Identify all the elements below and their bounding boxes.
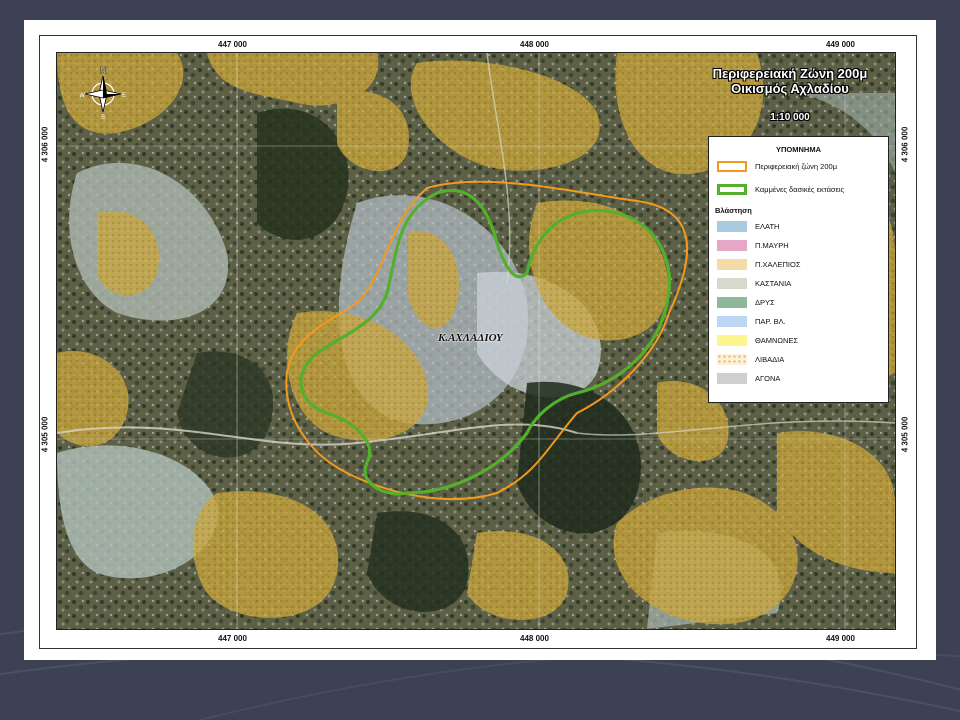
legend-veg-row: Π.ΜΑΥΡΗ [717, 240, 789, 251]
north-letter-w: W [80, 93, 85, 99]
legend-vegetation-heading: Βλάστηση [715, 206, 752, 215]
legend-veg-swatch [717, 335, 747, 346]
legend-veg-label: ΠΑΡ. ΒΛ. [755, 317, 786, 326]
map-title-line2: Οικισμός Αχλαδίου [731, 81, 849, 96]
x-tick-bottom-448000: 448 000 [520, 634, 549, 643]
map-legend: ΥΠΟΜΝΗΜΑ Περιφερειακή ζώνη 200μ Καμμένες… [708, 136, 889, 403]
legend-veg-label: ΚΑΣΤΑΝΙΑ [755, 279, 792, 288]
legend-veg-row: ΔΡΥΣ [717, 297, 775, 308]
north-letter-e: E [122, 93, 126, 99]
legend-veg-row: ΚΑΣΤΑΝΙΑ [717, 278, 791, 289]
village-label: Κ.ΑΧΛΑΔΙΟΥ [438, 332, 503, 344]
legend-veg-label: ΛΙΒΑΔΙΑ [755, 355, 785, 364]
legend-veg-row: Π.ΧΑΛΕΠΙΟΣ [717, 259, 801, 270]
x-tick-bottom-447000: 447 000 [218, 634, 247, 643]
legend-zone-swatch [717, 161, 747, 172]
legend-veg-swatch [717, 278, 747, 289]
legend-burned-swatch [717, 184, 747, 195]
x-tick-top-448000: 448 000 [520, 40, 549, 49]
map-title-line1: Περιφερειακή Ζώνη 200μ [712, 66, 868, 81]
legend-veg-swatch [717, 221, 747, 232]
legend-veg-label: ΘΑΜΝΩΝΕΣ [755, 336, 799, 345]
legend-veg-swatch [717, 373, 747, 384]
north-letter-n: N [100, 66, 106, 75]
legend-zone-label: Περιφερειακή ζώνη 200μ [755, 162, 838, 171]
legend-zone-row: Περιφερειακή ζώνη 200μ [717, 161, 837, 172]
map-scale: 1:10 000 [770, 112, 810, 123]
north-arrow-icon: N W E S [80, 66, 126, 120]
map-title-block: Περιφερειακή Ζώνη 200μ Οικισμός Αχλαδίου… [690, 66, 890, 123]
legend-veg-row: ΕΛΑΤΗ [717, 221, 779, 232]
legend-veg-row: ΛΙΒΑΔΙΑ [717, 354, 784, 365]
legend-veg-row: ΑΓΟΝΑ [717, 373, 780, 384]
legend-veg-swatch [717, 297, 747, 308]
x-tick-bottom-449000: 449 000 [826, 634, 855, 643]
legend-veg-label: Π.ΧΑΛΕΠΙΟΣ [755, 260, 801, 269]
north-letter-s: S [101, 115, 105, 120]
legend-burned-row: Καμμένες δασικές εκτάσεις [717, 184, 844, 195]
legend-veg-label: ΕΛΑΤΗ [755, 222, 780, 231]
y-tick-right-4305000: 4 305 000 [900, 416, 910, 453]
legend-veg-swatch [717, 259, 747, 270]
legend-burned-label: Καμμένες δασικές εκτάσεις [755, 185, 845, 194]
legend-veg-label: Π.ΜΑΥΡΗ [755, 241, 789, 250]
x-tick-top-449000: 449 000 [826, 40, 855, 49]
legend-veg-label: ΔΡΥΣ [755, 298, 775, 307]
x-tick-top-447000: 447 000 [218, 40, 247, 49]
legend-veg-row: ΘΑΜΝΩΝΕΣ [717, 335, 798, 346]
legend-veg-row: ΠΑΡ. ΒΛ. [717, 316, 786, 327]
legend-veg-swatch [717, 354, 747, 365]
legend-veg-label: ΑΓΟΝΑ [755, 374, 781, 383]
y-tick-right-4306000: 4 306 000 [900, 126, 910, 163]
legend-veg-swatch [717, 240, 747, 251]
y-tick-left-4306000: 4 306 000 [40, 126, 50, 163]
y-tick-left-4305000: 4 305 000 [40, 416, 50, 453]
legend-title: ΥΠΟΜΝΗΜΑ [776, 145, 821, 154]
legend-veg-swatch [717, 316, 747, 327]
